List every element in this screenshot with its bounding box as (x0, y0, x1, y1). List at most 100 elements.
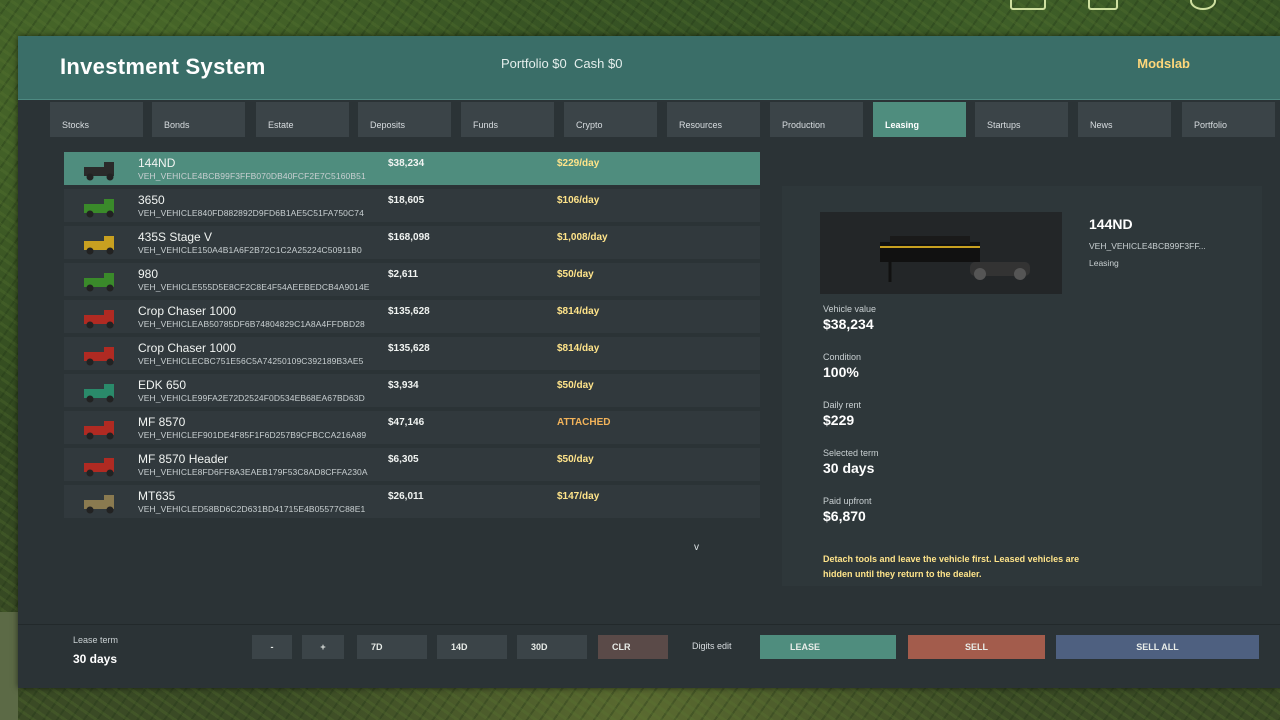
paid-upfront-label: Paid upfront (823, 496, 872, 506)
vehicle-rate: $814/day (557, 343, 600, 354)
vehicle-name: MF 8570 Header (138, 452, 229, 466)
hud-top (980, 0, 1280, 14)
tab-crypto[interactable]: Crypto (564, 102, 657, 137)
vehicle-id: VEH_VEHICLEF901DE4F85F1F6D257B9CFBCCA216… (138, 430, 367, 440)
action-footer: Lease term 30 days - + 7D 14D 30D CLR Di… (18, 624, 1280, 688)
vehicle-name: 144ND (138, 156, 176, 170)
vehicle-thumbnail (80, 307, 124, 329)
vehicle-row[interactable]: 435S Stage V VEH_VEHICLE150A4B1A6F2B72C1C… (64, 226, 760, 259)
hud-calendar-icon (1088, 0, 1118, 10)
vehicle-id: VEH_VEHICLE8FD6FF8A3EAEB179F53C8AD8CFFA2… (138, 467, 368, 477)
vehicle-row[interactable]: 144ND VEH_VEHICLE4BCB99F3FFB070DB40FCF2E7… (64, 152, 760, 185)
vehicle-row[interactable]: Crop Chaser 1000 VEH_VEHICLECBC751E56C5A7… (64, 337, 760, 370)
tab-stocks[interactable]: Stocks (50, 102, 143, 137)
vehicle-thumbnail (80, 381, 124, 403)
vehicle-name: 980 (138, 267, 159, 281)
lease-term-value: 30 days (73, 652, 118, 666)
lease-button[interactable]: LEASE (760, 635, 896, 659)
vehicle-name: Crop Chaser 1000 (138, 341, 237, 355)
term-7d-button[interactable]: 7D (357, 635, 427, 659)
vehicle-name: EDK 650 (138, 378, 187, 392)
condition-label: Condition (823, 352, 862, 362)
vehicle-rate: $50/day (557, 454, 594, 465)
daily-rent-group: Daily rent $229 (823, 400, 861, 428)
vehicle-price: $18,605 (388, 195, 425, 206)
brand-label: Modslab (1137, 56, 1190, 71)
term-30d-button[interactable]: 30D (517, 635, 587, 659)
vehicle-price: $38,234 (388, 158, 425, 169)
vehicle-rate: $50/day (557, 380, 594, 391)
tab-funds[interactable]: Funds (461, 102, 554, 137)
vehicle-id: VEH_VEHICLE4BCB99F3FFB070DB40FCF2E7C5160… (138, 171, 366, 181)
vehicle-list: 144ND VEH_VEHICLE4BCB99F3FFB070DB40FCF2E7… (64, 152, 760, 522)
vehicle-rate: ATTACHED (557, 417, 611, 428)
vehicle-id: VEH_VEHICLE555D5E8CF2C8E4F54AEEBEDCB4A90… (138, 282, 370, 292)
decrease-term-button[interactable]: - (252, 635, 292, 659)
tab-bar: Stocks Bonds Estate Deposits Funds Crypto Reso… (50, 102, 1280, 137)
term-14d-button[interactable]: 14D (437, 635, 507, 659)
vehicle-row[interactable]: MT635 VEH_VEHICLED58BD6C2D631BD41715E4B05… (64, 485, 760, 518)
vehicle-value: $38,234 (823, 316, 874, 332)
vehicle-name: 3650 (138, 193, 165, 207)
vehicle-thumbnail (80, 344, 124, 366)
detail-vehicle-id: VEH_VEHICLE4BCB99F3FF... (1089, 241, 1206, 251)
increase-term-button[interactable]: + (302, 635, 344, 659)
tab-news[interactable]: News (1078, 102, 1171, 137)
clear-button[interactable]: CLR (598, 635, 668, 659)
investment-window: Investment System Portfolio $0 Cash $0 M… (18, 36, 1280, 688)
vehicle-row[interactable]: EDK 650 VEH_VEHICLE99FA2E72D2524F0D534EB6… (64, 374, 760, 407)
sell-all-button[interactable]: SELL ALL (1056, 635, 1259, 659)
vehicle-rate: $106/day (557, 195, 600, 206)
vehicle-id: VEH_VEHICLE150A4B1A6F2B72C1C2A25224C5091… (138, 245, 362, 255)
tab-deposits[interactable]: Deposits (358, 102, 451, 137)
paid-upfront-group: Paid upfront $6,870 (823, 496, 872, 524)
lease-note: Detach tools and leave the vehicle first… (823, 554, 1080, 579)
vehicle-price: $3,934 (388, 380, 419, 391)
detail-vehicle-status: Leasing (1089, 258, 1119, 268)
digits-edit-toggle[interactable]: Digits edit (692, 641, 732, 651)
tab-production[interactable]: Production (770, 102, 863, 137)
vehicle-price: $168,098 (388, 232, 430, 243)
vehicle-row[interactable]: Crop Chaser 1000 VEH_VEHICLEAB50785DF6B74… (64, 300, 760, 333)
vehicle-price: $135,628 (388, 343, 430, 354)
vehicle-id: VEH_VEHICLE99FA2E72D2524F0D534EB68EA67BD… (138, 393, 365, 403)
tab-portfolio[interactable]: Portfolio (1182, 102, 1275, 137)
vehicle-rate: $814/day (557, 306, 600, 317)
vehicle-value-group: Vehicle value $38,234 (823, 304, 876, 332)
window-header: Investment System Portfolio $0 Cash $0 M… (18, 36, 1280, 100)
tab-bonds[interactable]: Bonds (152, 102, 245, 137)
vehicle-rate: $147/day (557, 491, 600, 502)
sell-button[interactable]: SELL (908, 635, 1045, 659)
daily-rent-value: $229 (823, 412, 855, 428)
tab-resources[interactable]: Resources (667, 102, 760, 137)
vehicle-id: VEH_VEHICLED58BD6C2D631BD41715E4B05577C8… (138, 504, 366, 514)
tab-leasing[interactable]: Leasing (873, 102, 966, 137)
detail-vehicle-name: 144ND (1089, 216, 1133, 232)
vehicle-detail-panel: 144ND VEH_VEHICLE4BCB99F3FF... Leasing V… (782, 186, 1262, 586)
vehicle-price: $135,628 (388, 306, 430, 317)
vehicle-row[interactable]: 3650 VEH_VEHICLE840FD882892D9FD6B1AE5C51F… (64, 189, 760, 222)
tab-startups[interactable]: Startups (975, 102, 1068, 137)
vehicle-price: $26,011 (388, 491, 424, 502)
vehicle-preview-image (820, 212, 1062, 294)
vehicle-name: MT635 (138, 489, 176, 503)
tab-estate[interactable]: Estate (256, 102, 349, 137)
vehicle-thumbnail (80, 492, 124, 514)
vehicle-id: VEH_VEHICLECBC751E56C5A74250109C392189B3… (138, 356, 364, 366)
condition-value: 100% (823, 364, 859, 380)
minimap (0, 612, 18, 720)
vehicle-row[interactable]: MF 8570 VEH_VEHICLEF901DE4F85F1F6D257B9CF… (64, 411, 760, 444)
page-title: Investment System (60, 54, 266, 79)
vehicle-id: VEH_VEHICLE840FD882892D9FD6B1AE5C51FA750… (138, 208, 364, 218)
vehicle-price: $2,611 (388, 269, 419, 280)
vehicle-thumbnail (80, 159, 124, 181)
vehicle-thumbnail (80, 233, 124, 255)
vehicle-row[interactable]: MF 8570 Header VEH_VEHICLE8FD6FF8A3EAEB17… (64, 448, 760, 481)
selected-term-value: 30 days (823, 460, 875, 476)
paid-upfront-value: $6,870 (823, 508, 866, 524)
vehicle-value-label: Vehicle value (823, 304, 877, 314)
vehicle-row[interactable]: 980 VEH_VEHICLE555D5E8CF2C8E4F54AEEBEDCB4… (64, 263, 760, 296)
vehicle-price: $6,305 (388, 454, 419, 465)
hud-clock-icon (1190, 0, 1216, 10)
scroll-down-button[interactable]: v (694, 542, 699, 553)
